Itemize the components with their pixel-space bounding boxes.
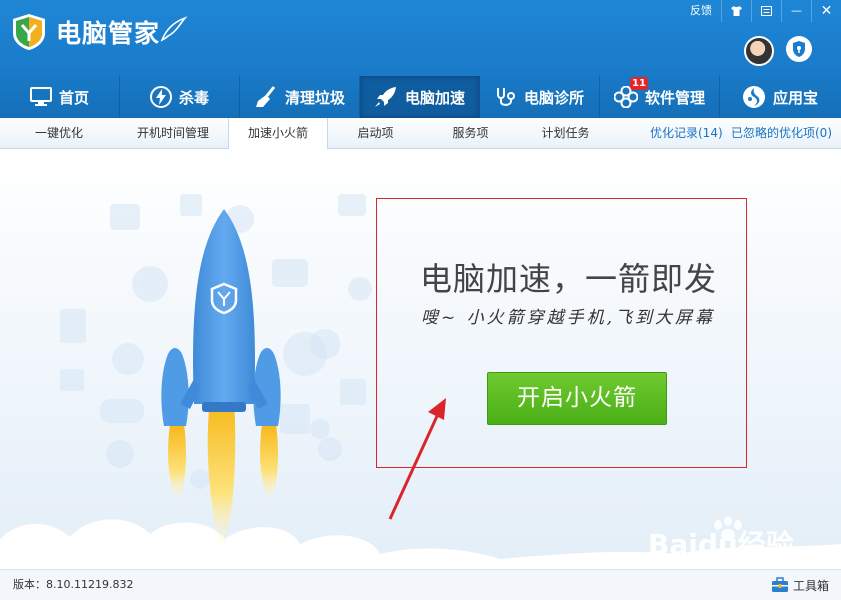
update-count-badge: 11 (630, 77, 648, 90)
tab-rocket[interactable]: 加速小火箭 (228, 118, 328, 150)
feedback-button[interactable]: 反馈 (681, 0, 721, 22)
nav-app-store-label: 应用宝 (772, 88, 818, 107)
nav-cleanup-label: 清理垃圾 (284, 88, 345, 107)
watermark-url: jingyan.baidu.com (700, 558, 802, 569)
nav-cleanup[interactable]: 清理垃圾 (240, 76, 360, 118)
lightning-icon (149, 86, 172, 108)
watermark-text: Baidu经验 (648, 528, 794, 561)
rocket-icon (374, 87, 396, 107)
version-label: 版本：8.10.11219.832 (13, 578, 134, 591)
title-bar: 电脑管家 反馈 — ✕ 首页 杀毒 清理垃圾 电脑加速 电脑诊所 11 软件管理… (0, 0, 841, 118)
window-controls: 反馈 — ✕ (681, 0, 841, 22)
tab-scheduled-tasks[interactable]: 计划任务 (518, 118, 613, 149)
nav-home-label: 首页 (58, 88, 89, 107)
broom-icon (255, 86, 276, 107)
sub-nav: 一键优化 开机时间管理 加速小火箭 启动项 服务项 计划任务 优化记录(14) … (0, 118, 841, 150)
app-title: 电脑管家 (56, 19, 161, 48)
tab-services[interactable]: 服务项 (423, 118, 518, 149)
minimize-button[interactable]: — (781, 0, 811, 22)
nav-home[interactable]: 首页 (0, 76, 120, 118)
rocket-panel: 电脑加速，一箭即发 嗖~ 小火箭穿越手机,飞到大屏幕 开启小火箭 Baidu经验… (0, 149, 841, 569)
menu-button[interactable] (751, 0, 781, 22)
tab-one-click-optimize[interactable]: 一键优化 (0, 118, 118, 149)
nav-software[interactable]: 11 软件管理 (600, 76, 720, 118)
menu-icon (761, 6, 772, 16)
feather-decoration-icon (160, 16, 188, 42)
nav-software-label: 软件管理 (644, 88, 705, 107)
rocket-illustration (161, 209, 281, 554)
nav-speedup-label: 电脑加速 (404, 88, 465, 107)
nav-antivirus[interactable]: 杀毒 (120, 76, 240, 118)
app-store-icon (742, 86, 765, 108)
user-avatar[interactable] (744, 36, 774, 66)
shield-lock-icon (793, 41, 805, 57)
nav-clinic[interactable]: 电脑诊所 (480, 76, 600, 118)
nav-app-store[interactable]: 应用宝 (720, 76, 840, 118)
nav-antivirus-label: 杀毒 (178, 88, 209, 107)
toolbox-button[interactable]: 工具箱 (771, 570, 829, 600)
tab-boot-time[interactable]: 开机时间管理 (118, 118, 228, 149)
skin-button[interactable] (721, 0, 751, 22)
optimize-history-link[interactable]: 优化记录(14) (650, 118, 723, 149)
start-rocket-button[interactable]: 开启小火箭 (487, 372, 667, 425)
nav-clinic-label: 电脑诊所 (523, 88, 584, 107)
tab-startup-items[interactable]: 启动项 (328, 118, 423, 149)
monitor-icon (29, 87, 52, 106)
main-nav: 首页 杀毒 清理垃圾 电脑加速 电脑诊所 11 软件管理 应用宝 (0, 76, 841, 118)
hero-tagline: 嗖~ 小火箭穿越手机,飞到大屏幕 (421, 308, 716, 328)
ignored-items-link[interactable]: 已忽略的优化项(0) (731, 118, 832, 149)
stethoscope-icon (496, 88, 515, 106)
tshirt-icon (731, 6, 742, 16)
tencent-shield-logo-icon (13, 14, 45, 50)
close-button[interactable]: ✕ (811, 0, 841, 22)
hero-headline: 电脑加速，一箭即发 (420, 260, 718, 298)
nav-speedup[interactable]: 电脑加速 (360, 76, 480, 118)
toolbox-label: 工具箱 (792, 578, 829, 593)
privacy-shield-button[interactable] (786, 36, 812, 62)
status-bar: 版本：8.10.11219.832 工具箱 (0, 569, 841, 600)
annotation-arrow-icon (388, 398, 446, 520)
toolbox-icon (771, 577, 788, 592)
